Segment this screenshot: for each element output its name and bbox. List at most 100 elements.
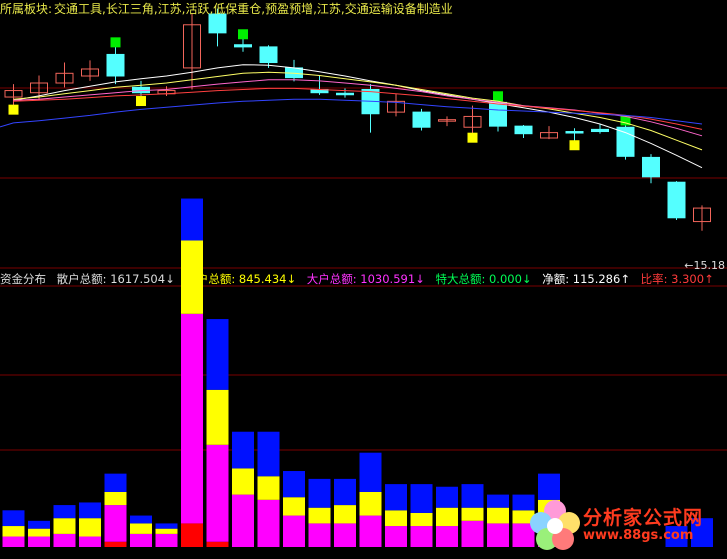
fund-bar-segment bbox=[104, 541, 127, 547]
fund-bar-segment bbox=[487, 523, 509, 547]
fund-bar-segment bbox=[385, 484, 407, 511]
fund-bar-segment bbox=[334, 505, 356, 524]
fund-bar-segment bbox=[53, 518, 76, 534]
candle-body bbox=[616, 126, 635, 157]
candle-body bbox=[106, 53, 125, 77]
fund-bar-segment bbox=[28, 528, 50, 537]
mid-label: 中户总额: bbox=[185, 272, 236, 286]
fund-bar-segment bbox=[155, 533, 178, 547]
fund-bar-segment bbox=[79, 502, 101, 519]
indicator-header: 资金分布 散户总额: 1617.504↓ 中户总额: 845.434↓ 大户总额… bbox=[0, 271, 727, 287]
fund-bar-segment bbox=[359, 452, 382, 492]
watermark-brand: 分析家公式网 bbox=[583, 507, 704, 529]
fund-bar-segment bbox=[79, 518, 101, 537]
yellow-signal-box bbox=[8, 104, 19, 115]
large-arrow: ↓ bbox=[415, 272, 425, 286]
indicator-title: 资金分布 bbox=[0, 272, 46, 286]
fund-bar-segment bbox=[257, 431, 280, 477]
super-arrow: ↓ bbox=[521, 272, 532, 286]
candle-body bbox=[412, 111, 431, 128]
fund-bar-segment bbox=[334, 523, 356, 547]
green-signal-box bbox=[238, 29, 248, 40]
net-value: 115.286 bbox=[572, 272, 621, 286]
fund-bar-segment bbox=[206, 444, 229, 542]
fund-bar-segment bbox=[385, 526, 407, 547]
fund-bar-segment bbox=[461, 484, 484, 508]
fund-bar-segment bbox=[155, 528, 178, 534]
net-label: 净额: bbox=[542, 272, 570, 286]
fund-bar-segment bbox=[257, 476, 280, 500]
green-signal-box bbox=[493, 91, 503, 102]
fund-bar-segment bbox=[359, 491, 382, 516]
candle-body bbox=[642, 156, 660, 178]
moving-average-line bbox=[13, 98, 703, 125]
ratio-arrow: ↑ bbox=[704, 272, 714, 286]
fund-bar-segment bbox=[410, 512, 433, 527]
fund-bar-segment bbox=[334, 478, 356, 506]
fund-bar-segment bbox=[53, 533, 76, 547]
fund-bar-segment bbox=[130, 515, 152, 524]
super-label: 特大总额: bbox=[435, 272, 486, 286]
candle-body bbox=[336, 92, 354, 96]
retail-value: 1617.504 bbox=[110, 272, 166, 286]
sector-list: 交通工具,长江三角,江苏,活跃,低保重仓,预盈预增,江苏,交通运输设备制造业 bbox=[54, 2, 453, 16]
fund-bar-segment bbox=[28, 520, 50, 529]
candle-body bbox=[208, 13, 227, 34]
candle-body bbox=[565, 131, 584, 134]
ratio-label: 比率: bbox=[640, 272, 668, 286]
fund-bar-segment bbox=[206, 319, 229, 390]
mid-arrow: ↓ bbox=[286, 272, 297, 286]
fund-bar-segment bbox=[104, 473, 127, 492]
retail-arrow: ↓ bbox=[165, 272, 175, 286]
fund-bar-segment bbox=[130, 533, 152, 547]
candle-body bbox=[514, 125, 533, 135]
fund-bar-segment bbox=[53, 505, 76, 519]
candle-body bbox=[259, 46, 278, 64]
fund-bar-segment bbox=[359, 515, 382, 547]
fund-bar-segment bbox=[104, 491, 127, 506]
fund-bar-segment bbox=[257, 499, 280, 547]
fund-bar-segment bbox=[181, 523, 203, 547]
candle-body bbox=[489, 101, 507, 127]
fund-bar-segment bbox=[181, 198, 203, 241]
fund-bar-segment bbox=[232, 468, 254, 495]
moving-average-line-lead bbox=[0, 122, 14, 128]
retail-label: 散户总额: bbox=[56, 272, 107, 286]
fund-bar-segment bbox=[461, 507, 484, 521]
fund-bar-segment bbox=[283, 515, 305, 547]
yellow-signal-box bbox=[569, 140, 580, 151]
fund-bar-segment bbox=[436, 486, 458, 508]
candlestick-chart bbox=[4, 8, 711, 231]
fund-bar-segment bbox=[232, 494, 254, 547]
sector-info: 所属板块: 交通工具,长江三角,江苏,活跃,低保重仓,预盈预增,江苏,交通运输设备… bbox=[0, 0, 727, 16]
fund-bar-segment bbox=[308, 478, 331, 508]
fund-bar-segment bbox=[487, 507, 509, 524]
fund-bar-segment bbox=[2, 536, 25, 547]
candle-body bbox=[667, 181, 686, 219]
fund-bar-segment bbox=[410, 526, 433, 547]
watermark-logo: 分析家公式网 www.88gs.com bbox=[525, 495, 727, 555]
fund-bar-segment bbox=[104, 505, 127, 542]
fund-bar-segment bbox=[308, 507, 331, 524]
fund-bar-segment bbox=[206, 541, 229, 547]
fund-bar-segment bbox=[461, 520, 484, 547]
fund-bar-segment bbox=[2, 526, 25, 537]
fund-bar-segment bbox=[308, 523, 331, 547]
fund-bar-segment bbox=[385, 510, 407, 527]
fund-bar-segment bbox=[436, 507, 458, 527]
yellow-signal-box bbox=[136, 96, 146, 107]
sector-label: 所属板块: bbox=[0, 2, 53, 16]
large-label: 大户总额: bbox=[306, 272, 357, 286]
fund-bar-segment bbox=[155, 523, 178, 529]
green-signal-box bbox=[110, 37, 121, 48]
fund-bar-segment bbox=[28, 536, 50, 547]
fund-bar-segment bbox=[2, 510, 25, 527]
super-value: 0.000 bbox=[488, 272, 522, 286]
large-value: 1030.591 bbox=[360, 272, 416, 286]
fund-bar-segment bbox=[79, 536, 101, 547]
fund-bar-segment bbox=[232, 431, 254, 469]
fund-bar-segment bbox=[130, 523, 152, 534]
fund-bar-segment bbox=[206, 389, 229, 445]
fund-bar-segment bbox=[181, 313, 203, 524]
moving-average-lines bbox=[0, 64, 703, 169]
